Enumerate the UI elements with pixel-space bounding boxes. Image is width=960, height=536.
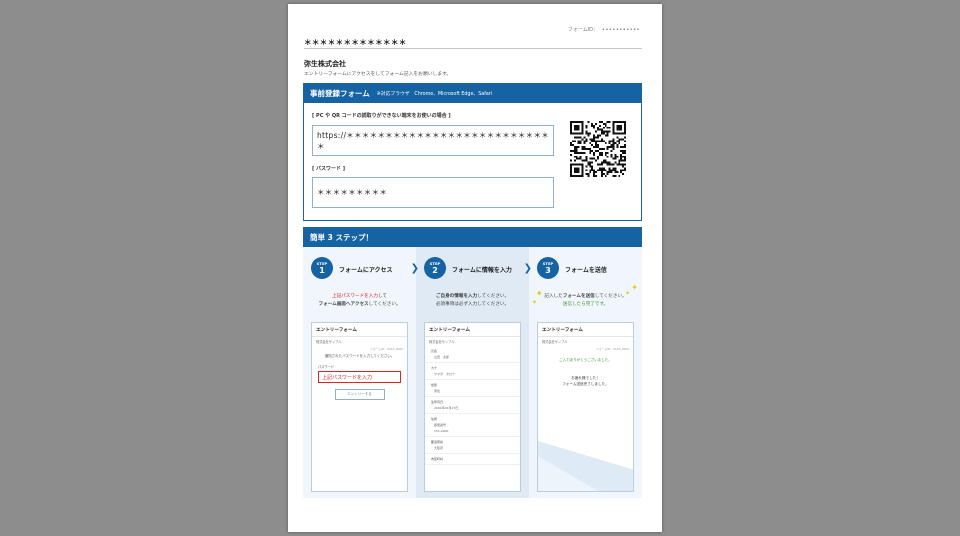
step-1-title: フォームにアクセス	[339, 267, 393, 274]
steps-header: 簡単 3 ステップ！	[303, 227, 642, 247]
mock-complete-line2: フォーム送信完了しました。	[562, 382, 609, 386]
supported-browsers: ※対応ブラウザ Chrome、Microsoft Edge、Safari	[376, 92, 493, 97]
mock-field-value: 151-0000	[434, 429, 449, 433]
decorative-wedge	[538, 441, 633, 491]
step-1-description: 上記パスワードを入力して フォーム画面へアクセスしてください。	[303, 293, 416, 309]
mock-field: 住所郵便番号 151-0000	[425, 414, 520, 437]
header-divider	[304, 48, 642, 49]
mock-guide: 通知されたパスワードを入力してください。	[324, 354, 395, 358]
mock-field-value: ヤマダ タロウ	[434, 372, 456, 376]
mock-field-label: 住所	[431, 417, 438, 421]
mock-field-label: カナ	[431, 366, 438, 370]
masked-title: ＊＊＊＊＊＊＊＊＊＊＊＊＊	[304, 38, 407, 47]
mock-field: 生年月日 2001年01月27日	[425, 397, 520, 414]
mock-field-label: 性別	[431, 383, 438, 387]
step-2-description: ご自身の情報を入力してください。 必須事項は必ず入力してください。	[416, 293, 529, 309]
step-1-desc-bold: フォーム画面へアクセス	[318, 302, 369, 307]
mock-field: 性別 男性	[425, 380, 520, 397]
mock-field-value: 2001年01月27日	[434, 406, 459, 410]
registration-header: 事前登録フォーム ※対応ブラウザ Chrome、Microsoft Edge、S…	[304, 84, 641, 103]
mock-form-id: フォームID：XXXX_0000	[595, 347, 629, 351]
mock-field-label: 氏名	[431, 349, 438, 353]
document-page: フォームID： ••••••••••• ＊＊＊＊＊＊＊＊＊＊＊＊＊ 弥生株式会社 …	[288, 4, 662, 532]
mock-field-label: 都道府県	[431, 440, 444, 444]
step-2: STEP 2 フォームに情報を入力 ❯ ご自身の情報を入力してください。 必須事…	[416, 247, 532, 498]
chevron-right-icon: ❯	[410, 263, 419, 274]
mock-field: カナ ヤマダ タロウ	[425, 363, 520, 380]
registration-title: 事前登録フォーム	[310, 89, 370, 98]
step-1: STEP 1 フォームにアクセス ❯ 上記パスワードを入力して フォーム画面へア…	[303, 247, 419, 498]
step-number: 2	[432, 266, 438, 275]
mock-thanks-message: ご入力ありがとうございました。	[559, 358, 612, 362]
mock-form-id: フォームID：XXXX_0000	[369, 347, 403, 351]
mock-field: 氏名 山田 太郎	[425, 346, 520, 363]
mock-company: 株式会社サンプル	[542, 340, 568, 344]
mock-field-value: 郵便番号	[434, 423, 447, 427]
step-number: 1	[319, 266, 325, 275]
form-id-value: •••••••••••	[602, 27, 640, 33]
mock-field-value: 山田 太郎	[434, 355, 450, 359]
mock-title: エントリーフォーム	[312, 323, 407, 337]
step-number: 3	[545, 266, 551, 275]
steps-panel: STEP 1 フォームにアクセス ❯ 上記パスワードを入力して フォーム画面へア…	[303, 247, 642, 498]
step-1-desc-rest: して	[377, 294, 387, 299]
qr-code-icon[interactable]	[570, 121, 626, 177]
step-2-desc-line2: 必須事項は必ず入力してください。	[435, 302, 510, 307]
step-2-desc-rest: してください。	[477, 294, 510, 299]
step-3: STEP 3 フォームを送信 ✦ ✦ ✦ ✦ 記入したフォームを送信してください…	[529, 247, 642, 498]
step-3-desc-green: 送信したら完了です。	[562, 302, 609, 307]
mock-field-value: 大阪府	[434, 446, 444, 450]
mock-field-value: 男性	[434, 389, 441, 393]
mock-company: 株式会社サンプル	[316, 340, 342, 344]
mock-field-label: 市区町村	[431, 457, 444, 461]
url-label: [ PC や QR コードの読取りができない端末をお使いの場合 ]	[312, 113, 451, 119]
url-field[interactable]: https://＊＊＊＊＊＊＊＊＊＊＊＊＊＊＊＊＊＊＊＊＊＊＊＊＊＊＊	[312, 125, 554, 156]
password-label: [ パスワード ]	[312, 166, 346, 172]
step-3-desc-pre: 記入した	[544, 294, 563, 299]
mock-title: エントリーフォーム	[538, 323, 633, 337]
mock-complete-line1: お疲れ様でした！	[571, 376, 600, 380]
mock-field: 市区町村	[425, 454, 520, 465]
step-1-badge: STEP 1	[311, 257, 333, 279]
step-3-desc-bold: フォームを送信	[562, 294, 595, 299]
step-2-title: フォームに情報を入力	[452, 267, 512, 274]
mock-password-input: 上記パスワードを入力	[318, 371, 401, 383]
form-id: フォームID： •••••••••••	[568, 26, 640, 33]
step-1-desc-red: 上記パスワードを入力	[331, 294, 378, 299]
mock-complete-message: お疲れ様でした！ フォーム送信完了しました。	[538, 375, 633, 387]
mock-title: エントリーフォーム	[425, 323, 520, 337]
step-2-desc-bold: ご自身の情報を入力	[435, 294, 478, 299]
mock-company: 株式会社サンプル	[429, 340, 455, 344]
step-2-form-mockup: エントリーフォーム 株式会社サンプル 氏名山田 太郎 カナヤマダ タロウ 性別男…	[424, 322, 521, 492]
chevron-right-icon: ❯	[523, 263, 532, 274]
mock-field: 都道府県 大阪府	[425, 437, 520, 454]
step-1-desc-rest2: してください。	[368, 302, 401, 307]
password-field[interactable]: ＊＊＊＊＊＊＊＊＊	[312, 177, 554, 208]
step-3-title: フォームを送信	[565, 267, 607, 274]
step-3-badge: STEP 3	[537, 257, 559, 279]
mock-field-label: 生年月日	[431, 400, 444, 404]
step-3-form-mockup: エントリーフォーム 株式会社サンプル フォームID：XXXX_0000 ご入力あ…	[537, 322, 634, 492]
step-3-description: 記入したフォームを送信してください。 送信したら完了です。	[529, 293, 642, 309]
company-name: 弥生株式会社	[304, 60, 346, 68]
registration-box: 事前登録フォーム ※対応ブラウザ Chrome、Microsoft Edge、S…	[303, 83, 642, 221]
intro-text: エントリーフォームにアクセスをしてフォーム記入をお願いします。	[304, 72, 452, 77]
form-id-label: フォームID：	[567, 27, 599, 33]
step-3-desc-rest: してください。	[594, 294, 627, 299]
mock-password-label: パスワード	[318, 365, 334, 369]
step-1-form-mockup: エントリーフォーム 株式会社サンプル フォームID：XXXX_0000 通知され…	[311, 322, 408, 492]
sparkle-icon: ✦	[631, 283, 638, 292]
mock-entry-button: エントリーする	[334, 389, 385, 400]
step-2-badge: STEP 2	[424, 257, 446, 279]
